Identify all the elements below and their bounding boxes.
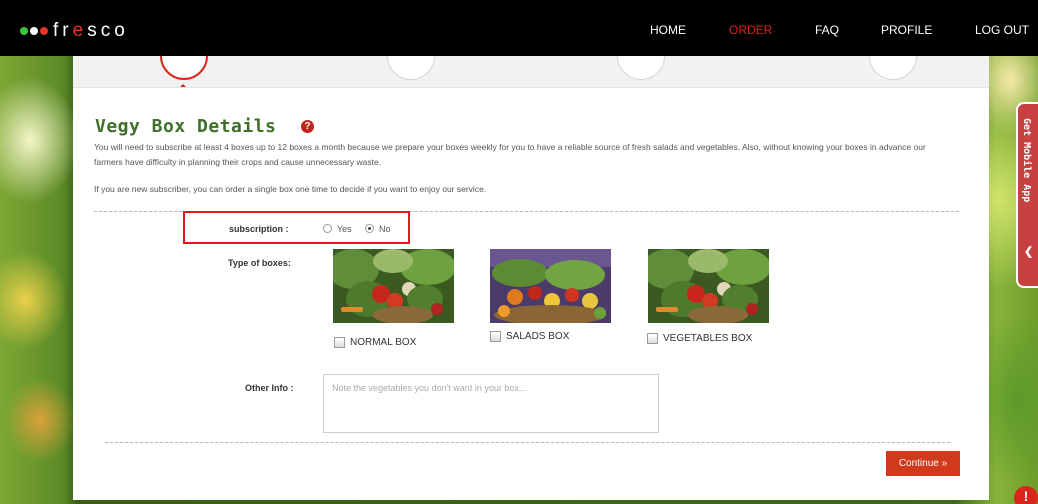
other-info-label: Other Info :	[245, 383, 294, 393]
alert-icon[interactable]: !	[1014, 486, 1038, 504]
salads-box-illustration	[490, 249, 611, 323]
subscription-yes-label[interactable]: Yes	[337, 224, 352, 234]
logo-text-o: o	[114, 20, 129, 41]
new-subscriber-note: If you are new subscriber, you can order…	[94, 184, 487, 194]
normal-box-image	[333, 249, 454, 323]
subscription-yes-radio[interactable]	[323, 224, 332, 233]
salads-box-checkbox[interactable]	[490, 331, 501, 342]
logo-text-c: c	[100, 20, 115, 41]
active-step-arrow-icon	[176, 84, 190, 87]
vegetables-box-label[interactable]: VEGETABLES BOX	[663, 333, 752, 344]
section-divider-bottom	[105, 442, 950, 443]
chevron-left-icon[interactable]: ❮	[1024, 245, 1033, 258]
normal-box-illustration	[333, 249, 454, 323]
subscription-highlight-box	[183, 211, 410, 244]
vegetables-box-illustration	[648, 249, 769, 323]
logo-red-dot	[40, 26, 48, 35]
subscription-no-radio[interactable]	[365, 224, 374, 233]
other-info-textarea[interactable]	[323, 374, 659, 433]
step-1-indicator[interactable]	[160, 56, 208, 80]
subscription-label: subscription :	[229, 224, 289, 234]
step-3-indicator[interactable]	[617, 56, 665, 80]
logo-text-s: s	[87, 20, 101, 41]
logo-text-r: r	[62, 20, 73, 41]
page-title: Vegy Box Details	[95, 116, 277, 137]
logo-text-e: e	[72, 20, 88, 41]
normal-box-label[interactable]: NORMAL BOX	[350, 337, 416, 348]
normal-box-checkbox[interactable]	[334, 337, 345, 348]
logo-text-f: f	[53, 20, 63, 41]
top-navbar: fresco HOME ORDER FAQ PROFILE LOG OUT	[0, 0, 1038, 56]
mobile-app-tab-label[interactable]: Get Mobile App	[1021, 118, 1032, 202]
help-icon[interactable]: ?	[301, 120, 314, 133]
type-of-boxes-label: Type of boxes:	[228, 258, 291, 268]
order-steps	[73, 56, 989, 88]
order-panel: Vegy Box Details ? You will need to subs…	[73, 56, 989, 500]
nav-logout[interactable]: LOG OUT	[975, 23, 1029, 37]
step-2-indicator[interactable]	[387, 56, 435, 80]
nav-home[interactable]: HOME	[650, 23, 686, 37]
vegetables-box-checkbox[interactable]	[647, 333, 658, 344]
logo-text: fresco	[53, 21, 129, 40]
subscription-no-label[interactable]: No	[379, 224, 391, 234]
fresco-logo[interactable]: fresco	[20, 21, 129, 40]
nav-profile[interactable]: PROFILE	[881, 23, 932, 37]
logo-green-dot	[20, 26, 28, 35]
salads-box-image	[490, 249, 611, 323]
salads-box-label[interactable]: SALADS BOX	[506, 331, 569, 342]
page-description: You will need to subscribe at least 4 bo…	[94, 142, 926, 167]
continue-button[interactable]: Continue »	[886, 451, 960, 476]
nav-order[interactable]: ORDER	[729, 23, 772, 37]
step-4-indicator[interactable]	[869, 56, 917, 80]
nav-faq[interactable]: FAQ	[815, 23, 839, 37]
logo-white-dot	[30, 26, 38, 35]
vegetables-box-image	[648, 249, 769, 323]
